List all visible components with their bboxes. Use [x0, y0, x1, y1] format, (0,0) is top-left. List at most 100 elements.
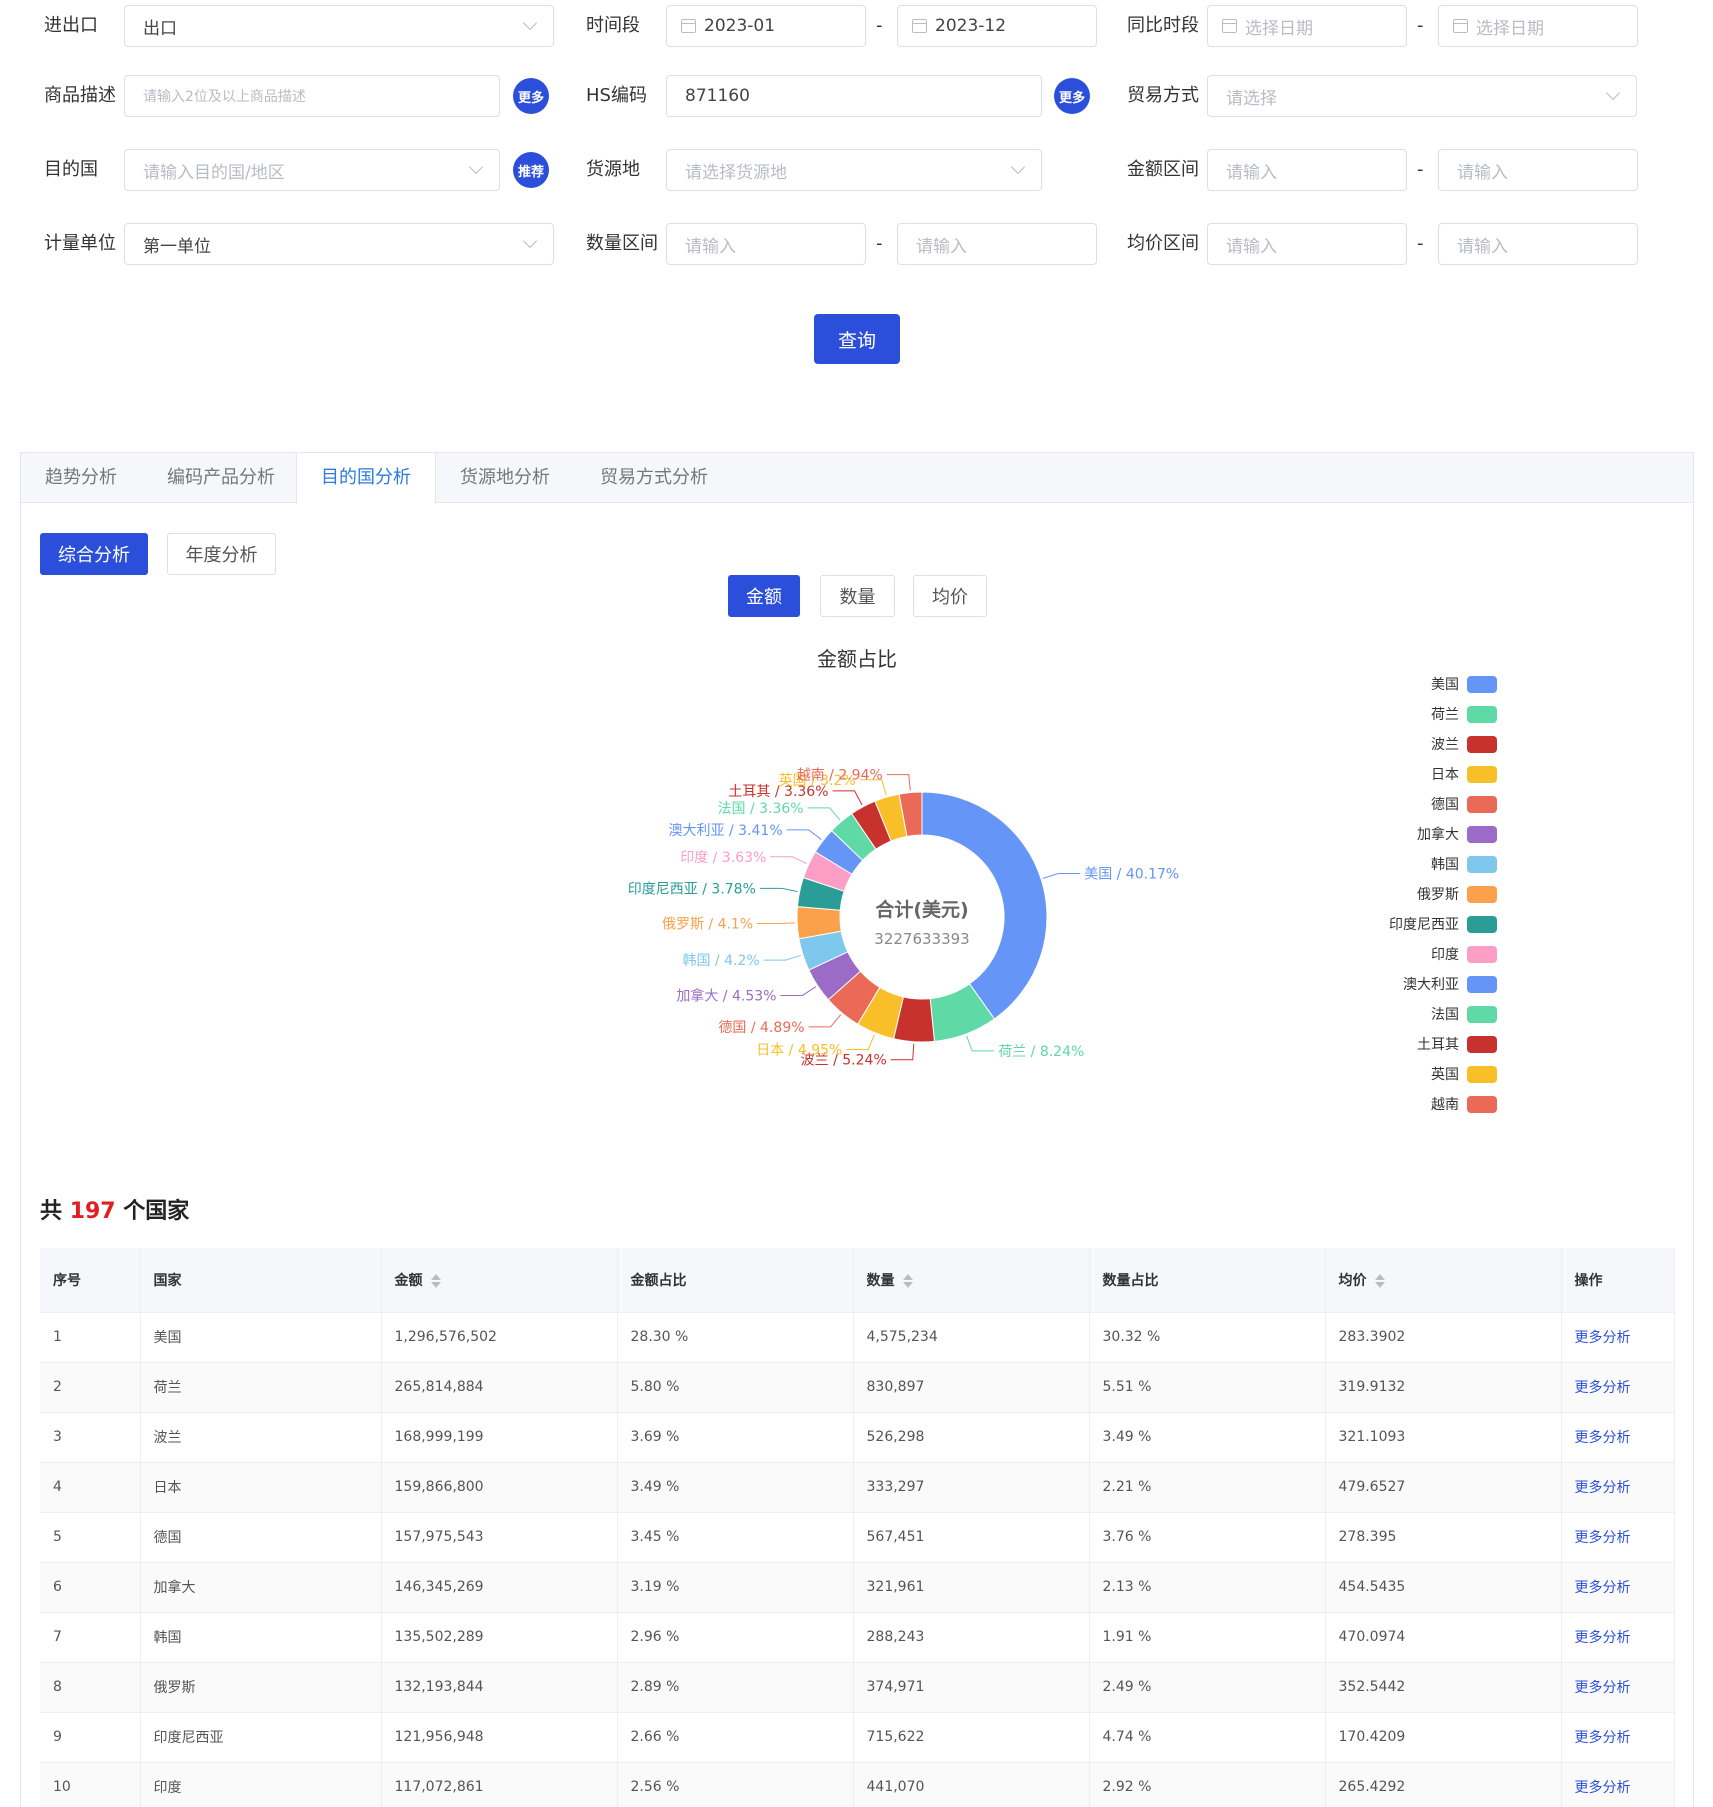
legend-item[interactable]: 荷兰 [1361, 699, 1497, 729]
legend-item[interactable]: 韩国 [1361, 849, 1497, 879]
col-amount[interactable]: 金额 [381, 1248, 618, 1313]
col-avg-price-label: 均价 [1338, 1272, 1367, 1289]
cell-amount-share: 3.69 % [617, 1412, 854, 1463]
amount-max-input[interactable]: 请输入 [1438, 149, 1638, 191]
table-row: 1 美国 1,296,576,502 28.30 % 4,575,234 30.32 % 2… [40, 1312, 1675, 1363]
more-analysis-link[interactable]: 更多分析 [1575, 1380, 1631, 1396]
calendar-icon [1222, 19, 1237, 33]
cell-amount: 265,814,884 [381, 1362, 618, 1413]
chevron-down-icon [1010, 159, 1026, 175]
unit-label: 计量单位 [44, 233, 116, 254]
cell-country: 日本 [140, 1462, 382, 1513]
slice-data-label: 越南 / 2.94% [797, 768, 883, 784]
legend-item[interactable]: 土耳其 [1361, 1029, 1497, 1059]
sort-icon[interactable] [902, 1273, 913, 1288]
qty-min-input[interactable]: 请输入 [666, 223, 866, 265]
unit-select[interactable]: 第一单位 [124, 223, 554, 265]
more-analysis-link[interactable]: 更多分析 [1575, 1780, 1631, 1796]
legend-item[interactable]: 美国 [1361, 669, 1497, 699]
cell-action: 更多分析 [1561, 1562, 1675, 1613]
col-avg-price[interactable]: 均价 [1325, 1248, 1562, 1313]
col-quantity-label: 数量 [866, 1272, 895, 1289]
legend-item[interactable]: 俄罗斯 [1361, 879, 1497, 909]
compare-end-picker[interactable]: 选择日期 [1438, 5, 1638, 47]
period-end-picker[interactable]: 2023-12 [897, 5, 1097, 47]
cell-amount-share: 3.45 % [617, 1512, 854, 1563]
slice-data-label: 美国 / 40.17% [1084, 867, 1179, 883]
legend-item[interactable]: 澳大利亚 [1361, 969, 1497, 999]
cell-amount-share: 3.19 % [617, 1562, 854, 1613]
legend-label: 印度尼西亚 [1389, 917, 1459, 933]
hs-code-input[interactable]: 871160 [666, 75, 1042, 117]
legend-swatch [1467, 1095, 1497, 1113]
query-button[interactable]: 查询 [814, 314, 900, 364]
cell-quantity-share: 4.74 % [1089, 1712, 1326, 1763]
sort-icon[interactable] [430, 1273, 441, 1288]
more-analysis-link[interactable]: 更多分析 [1575, 1730, 1631, 1746]
legend-item[interactable]: 波兰 [1361, 729, 1497, 759]
slice-data-label: 澳大利亚 / 3.41% [669, 823, 783, 839]
cell-index: 4 [40, 1462, 141, 1513]
cell-amount: 168,999,199 [381, 1412, 618, 1463]
more-analysis-link[interactable]: 更多分析 [1575, 1480, 1631, 1496]
legend-label: 美国 [1431, 677, 1459, 693]
slice-data-label: 印度 / 3.63% [680, 850, 766, 866]
goods-desc-input[interactable]: 请输入2位及以上商品描述 [124, 75, 500, 117]
more-analysis-link[interactable]: 更多分析 [1575, 1680, 1631, 1696]
count-prefix: 共 [40, 1199, 63, 1224]
legend-swatch [1467, 855, 1497, 873]
compare-start-picker[interactable]: 选择日期 [1207, 5, 1407, 47]
cell-country: 德国 [140, 1512, 382, 1563]
donut-center-label: 合计(美元) [875, 898, 968, 921]
price-min-input[interactable]: 请输入 [1207, 223, 1407, 265]
more-analysis-link[interactable]: 更多分析 [1575, 1430, 1631, 1446]
cell-amount: 157,975,543 [381, 1512, 618, 1563]
period-start-picker[interactable]: 2023-01 [666, 5, 866, 47]
table-row: 4 日本 159,866,800 3.49 % 333,297 2.21 % 479.652… [40, 1462, 1675, 1513]
trade-mode-select[interactable]: 请选择 [1207, 75, 1637, 117]
period-start-value: 2023-01 [704, 16, 776, 36]
col-action: 操作 [1561, 1248, 1675, 1313]
goods-desc-more-button[interactable]: 更多 [513, 78, 549, 114]
legend-label: 德国 [1431, 797, 1459, 813]
more-analysis-link[interactable]: 更多分析 [1575, 1580, 1631, 1596]
cell-amount-share: 3.49 % [617, 1462, 854, 1513]
qty-max-input[interactable]: 请输入 [897, 223, 1097, 265]
legend-item[interactable]: 英国 [1361, 1059, 1497, 1089]
qty-range-label: 数量区间 [586, 233, 658, 254]
cell-amount: 159,866,800 [381, 1462, 618, 1513]
legend-label: 荷兰 [1431, 707, 1459, 723]
col-quantity[interactable]: 数量 [853, 1248, 1090, 1313]
count-suffix: 个国家 [123, 1199, 190, 1224]
cell-index: 7 [40, 1612, 141, 1663]
more-analysis-link[interactable]: 更多分析 [1575, 1330, 1631, 1346]
trade-direction-select[interactable]: 出口 [124, 5, 554, 47]
cell-quantity: 374,971 [853, 1662, 1090, 1713]
more-analysis-link[interactable]: 更多分析 [1575, 1530, 1631, 1546]
legend-swatch [1467, 915, 1497, 933]
price-max-input[interactable]: 请输入 [1438, 223, 1638, 265]
cell-index: 1 [40, 1312, 141, 1363]
cell-amount-share: 28.30 % [617, 1312, 854, 1363]
cell-action: 更多分析 [1561, 1612, 1675, 1663]
legend-item[interactable]: 印度 [1361, 939, 1497, 969]
cell-quantity: 715,622 [853, 1712, 1090, 1763]
cell-quantity: 333,297 [853, 1462, 1090, 1513]
legend-item[interactable]: 印度尼西亚 [1361, 909, 1497, 939]
amount-min-input[interactable]: 请输入 [1207, 149, 1407, 191]
origin-select[interactable]: 请选择货源地 [666, 149, 1042, 191]
legend-item[interactable]: 加拿大 [1361, 819, 1497, 849]
legend-item[interactable]: 法国 [1361, 999, 1497, 1029]
hs-code-more-button[interactable]: 更多 [1054, 78, 1090, 114]
period-label: 时间段 [586, 15, 640, 36]
legend-item[interactable]: 德国 [1361, 789, 1497, 819]
dest-country-recommend-button[interactable]: 推荐 [513, 152, 549, 188]
more-analysis-link[interactable]: 更多分析 [1575, 1630, 1631, 1646]
legend-item[interactable]: 日本 [1361, 759, 1497, 789]
cell-quantity: 288,243 [853, 1612, 1090, 1663]
cell-amount-share: 2.66 % [617, 1712, 854, 1763]
sort-icon[interactable] [1374, 1273, 1385, 1288]
dest-country-select[interactable]: 请输入目的国/地区 [124, 149, 500, 191]
legend-item[interactable]: 越南 [1361, 1089, 1497, 1119]
slice-data-label: 荷兰 / 8.24% [998, 1044, 1084, 1060]
